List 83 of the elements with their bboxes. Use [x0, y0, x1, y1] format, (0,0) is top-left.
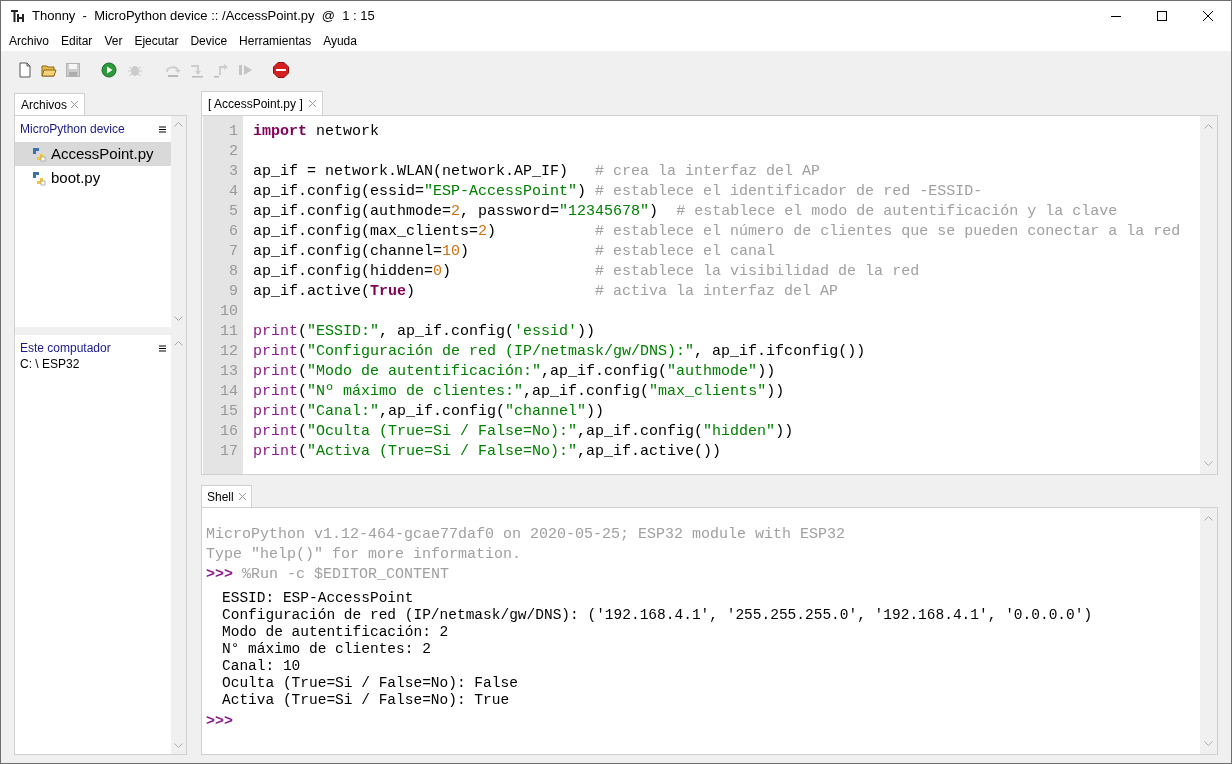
menu-item[interactable]: Archivo — [3, 31, 55, 51]
scroll-down-icon[interactable] — [1204, 741, 1213, 746]
shell-prompt: >>> — [206, 565, 233, 585]
window-title: Thonny - MicroPython device :: /AccessPoint.py @ 1 : 15 — [32, 7, 375, 26]
python-file-icon — [30, 146, 46, 162]
editor-tab[interactable]: [ AccessPoint.py ] — [201, 91, 323, 115]
code-line: print("Canal:",ap_if.config("channel")) — [253, 402, 605, 422]
play-icon[interactable] — [99, 60, 119, 80]
scroll-down-icon[interactable] — [174, 743, 183, 748]
code-line: ap_if.config(essid="ESP-AccessPoint") # establece el identificador de red -ESSID- — [253, 182, 983, 202]
code-line: print("Configuración de red (IP/netmask/gw/DNS):", ap_if.ifconfig()) — [253, 342, 866, 362]
code-line: ap_if.config(channel=10) # establece el canal — [253, 242, 776, 262]
section-title: MicroPython device — [20, 121, 125, 138]
code-line: print("ESSID:", ap_if.config('essid')) — [253, 322, 596, 342]
line-number: 13 — [219, 362, 239, 382]
line-number: 5 — [228, 202, 239, 222]
line-number: 11 — [219, 322, 239, 342]
menu-icon[interactable] — [159, 125, 166, 133]
line-number: 1 — [228, 122, 239, 142]
code-editor[interactable] — [201, 115, 1218, 475]
shell-output: Oculta (True=Si / False=No): False — [222, 675, 519, 692]
shell-command: %Run -c $EDITOR_CONTENT — [242, 565, 450, 585]
section-title: Este computador — [20, 340, 111, 357]
line-number: 7 — [228, 242, 239, 262]
scroll-up-icon[interactable] — [1204, 124, 1213, 129]
code-line: ap_if.config(authmode=2, password="12345678") # establece el modo de autentificación y la clave — [253, 202, 1118, 222]
scroll-down-icon[interactable] — [174, 316, 183, 321]
menu-icon[interactable] — [159, 344, 166, 352]
menu-item[interactable]: Ayuda — [317, 31, 363, 51]
line-number: 6 — [228, 222, 239, 242]
line-number: 12 — [219, 342, 239, 362]
maximize-icon[interactable] — [1157, 11, 1167, 21]
menu-item[interactable]: Herramientas — [233, 31, 318, 51]
shell-output: Modo de autentificación: 2 — [222, 624, 450, 641]
shell-tab[interactable]: Shell — [201, 485, 252, 507]
scrollbar[interactable] — [171, 116, 186, 327]
shell-output: Activa (True=Si / False=No): True — [222, 692, 511, 709]
scroll-down-icon[interactable] — [1204, 461, 1213, 466]
shell-output: N° máximo de clientes: 2 — [222, 641, 432, 658]
files-tab[interactable]: Archivos — [14, 93, 85, 115]
scroll-up-icon[interactable] — [174, 341, 183, 346]
line-number: 17 — [219, 442, 239, 462]
shell-output: Canal: 10 — [222, 658, 302, 675]
file-item[interactable]: AccessPoint.py — [15, 142, 171, 166]
code-line: print("Oculta (True=Si / False=No):",ap_if.config("hidden")) — [253, 422, 794, 442]
code-line: ap_if.config(max_clients=2) # establece el número de clientes que se pueden conectar a la red — [253, 222, 1181, 242]
menu-item[interactable]: Device — [184, 31, 234, 51]
scroll-up-icon[interactable] — [1204, 516, 1213, 521]
code-line: print("Nº máximo de clientes:",ap_if.config("max_clients")) — [253, 382, 785, 402]
shell-text: Type "help()" for more information. — [206, 545, 523, 565]
line-number: 14 — [219, 382, 239, 402]
shell-output: ESSID: ESP-AccessPoint — [222, 590, 415, 607]
line-number: 15 — [219, 402, 239, 422]
scrollbar[interactable] — [1200, 116, 1217, 474]
menu-item[interactable]: Ver — [98, 31, 129, 51]
shell-panel[interactable] — [201, 507, 1218, 755]
shell-output: Configuración de red (IP/netmask/gw/DNS): ('192.168.4.1', '255.255.255.0', '192.168.4.1', '0.0.0.0') — [222, 607, 1094, 624]
shell-prompt[interactable]: >>> — [206, 712, 233, 732]
line-number: 8 — [228, 262, 239, 282]
line-number: 16 — [219, 422, 239, 442]
app-logo-icon — [10, 9, 26, 23]
scrollbar[interactable] — [171, 335, 186, 754]
line-number: 4 — [228, 182, 239, 202]
code-line: ap_if.active(True) # activa la interfaz del AP — [253, 282, 839, 302]
line-number: 10 — [219, 302, 239, 322]
line-number: 2 — [228, 142, 239, 162]
code-line: import network — [253, 122, 380, 142]
code-line: ap_if = network.WLAN(network.AP_IF) # crea la interfaz del AP — [253, 162, 821, 182]
shell-text: MicroPython v1.12-464-gcae77daf0 on 2020-05-25; ESP32 module with ESP32 — [206, 525, 847, 545]
code-line: print("Activa (True=Si / False=No):",ap_if.active()) — [253, 442, 722, 462]
line-number: 3 — [228, 162, 239, 182]
menu-item[interactable]: Ejecutar — [128, 31, 185, 51]
stop-icon[interactable] — [271, 60, 291, 80]
python-file-icon — [30, 170, 46, 186]
file-item[interactable]: boot.py — [15, 166, 171, 190]
code-line: ap_if.config(hidden=0) # establece la visibilidad de la red — [253, 262, 920, 282]
scrollbar[interactable] — [1200, 508, 1217, 754]
line-number: 9 — [228, 282, 239, 302]
menu-item[interactable]: Editar — [55, 31, 99, 51]
folder-path: C: \ ESP32 — [20, 357, 81, 371]
scroll-up-icon[interactable] — [174, 122, 183, 127]
code-line: print("Modo de autentificación:",ap_if.config("authmode")) — [253, 362, 776, 382]
close-icon[interactable] — [1203, 11, 1213, 21]
